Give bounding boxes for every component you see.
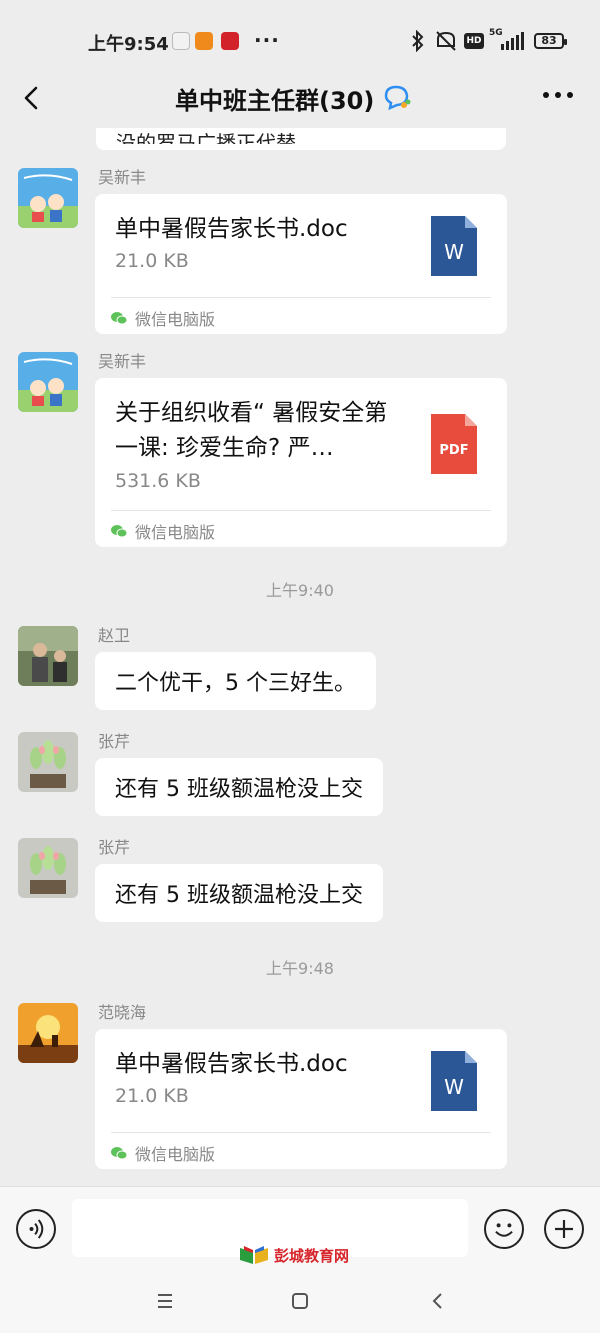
app-notification-icon [221,32,239,50]
sender-name: 吴新丰 [98,168,147,187]
message-text: 还有 5 班级额温枪没上交 [115,883,363,908]
hd-icon: HD [464,33,484,49]
file-name: 单中暑假告家长书.doc [115,216,348,242]
sender-name: 范晓海 [98,1003,147,1022]
wechat-icon [111,1147,127,1160]
chat-title: 单中班主任群(30) [175,86,375,115]
watermark-text: 彭城教育网 [274,1246,350,1265]
sender-name: 吴新丰 [98,352,147,371]
word-file-icon: W [431,1051,477,1111]
watermark: 彭城教育网 [238,1244,349,1266]
divider [111,1132,491,1133]
file-source: 微信电脑版 [111,519,215,543]
file-source: 微信电脑版 [111,306,215,330]
file-size: 21.0 KB [115,1085,189,1107]
status-bar: 上午9:54 ··· HD 5G 83 [0,0,600,70]
avatar[interactable] [18,626,78,686]
avatar[interactable] [18,1003,78,1063]
file-message-card[interactable]: 单中暑假告家长书.doc 21.0 KB W 微信电脑版 [95,194,507,334]
signal-icon [501,32,524,50]
app-notification-icon [195,32,213,50]
chat-header: 单中班主任群(30) [0,70,600,128]
avatar[interactable] [18,352,78,412]
back-nav-icon[interactable] [423,1286,453,1316]
bluetooth-icon [412,30,424,52]
avatar[interactable] [18,732,78,792]
chat-message-list[interactable]: 没的罗马广播正代替。 吴新丰 单中暑假告家长书.doc 21.0 KB W 微信… [0,128,600,1186]
file-source-label: 微信电脑版 [135,310,216,329]
more-notifications-icon: ··· [254,28,280,52]
file-source-label: 微信电脑版 [135,1145,216,1164]
chevron-left-icon[interactable] [12,76,52,120]
wechat-icon [111,312,127,325]
timestamp: 上午9:40 [266,581,334,600]
file-badge: W [444,240,464,264]
message-text: 没的罗马广播正代替。 [116,131,316,144]
message-text: 二个优干，5 个三好生。 [115,671,356,696]
file-size: 531.6 KB [115,470,201,492]
message-bubble[interactable]: 还有 5 班级额温枪没上交 [95,758,383,816]
file-name: 单中暑假告家长书.doc [115,1051,348,1077]
pdf-file-icon: PDF [431,414,477,474]
plus-icon[interactable] [544,1209,584,1249]
more-dots-icon[interactable] [542,90,574,100]
message-bubble[interactable]: 二个优干，5 个三好生。 [95,652,376,710]
wechat-icon [111,525,127,538]
sender-name: 张芹 [98,732,131,751]
file-badge: W [444,1075,464,1099]
avatar[interactable] [18,168,78,228]
sender-name: 张芹 [98,838,131,857]
timestamp: 上午9:48 [266,959,334,978]
chat-title-group: 单中班主任群(30) [175,78,412,118]
divider [111,510,491,511]
divider [111,297,491,298]
book-logo-icon [240,1246,268,1264]
message-text: 还有 5 班级额温枪没上交 [115,777,363,802]
message-bubble[interactable]: 还有 5 班级额温枪没上交 [95,864,383,922]
file-size: 21.0 KB [115,250,189,272]
menu-icon[interactable] [150,1286,180,1316]
file-message-card[interactable]: 单中暑假告家长书.doc 21.0 KB W 微信电脑版 [95,1029,507,1169]
file-source-label: 微信电脑版 [135,523,216,542]
status-time: 上午9:54 [88,34,169,55]
word-file-icon: W [431,216,477,276]
wecom-icon [385,85,411,111]
message-bubble[interactable]: 没的罗马广播正代替。 [96,128,506,150]
file-source: 微信电脑版 [111,1141,215,1165]
avatar[interactable] [18,838,78,898]
voice-icon[interactable] [16,1209,56,1249]
app-notification-icon [172,32,190,50]
sender-name: 赵卫 [98,626,131,645]
mute-icon [436,31,456,51]
home-icon[interactable] [285,1286,315,1316]
file-badge: PDF [439,443,468,458]
file-name: 关于组织收看“ 暑假安全第一课: 珍爱生命? 严… [115,400,388,461]
file-message-card[interactable]: 关于组织收看“ 暑假安全第一课: 珍爱生命? 严… 531.6 KB PDF 微… [95,378,507,547]
battery-icon: 83 [534,33,567,49]
emoji-icon[interactable] [484,1209,524,1249]
system-nav-bar [0,1266,600,1333]
